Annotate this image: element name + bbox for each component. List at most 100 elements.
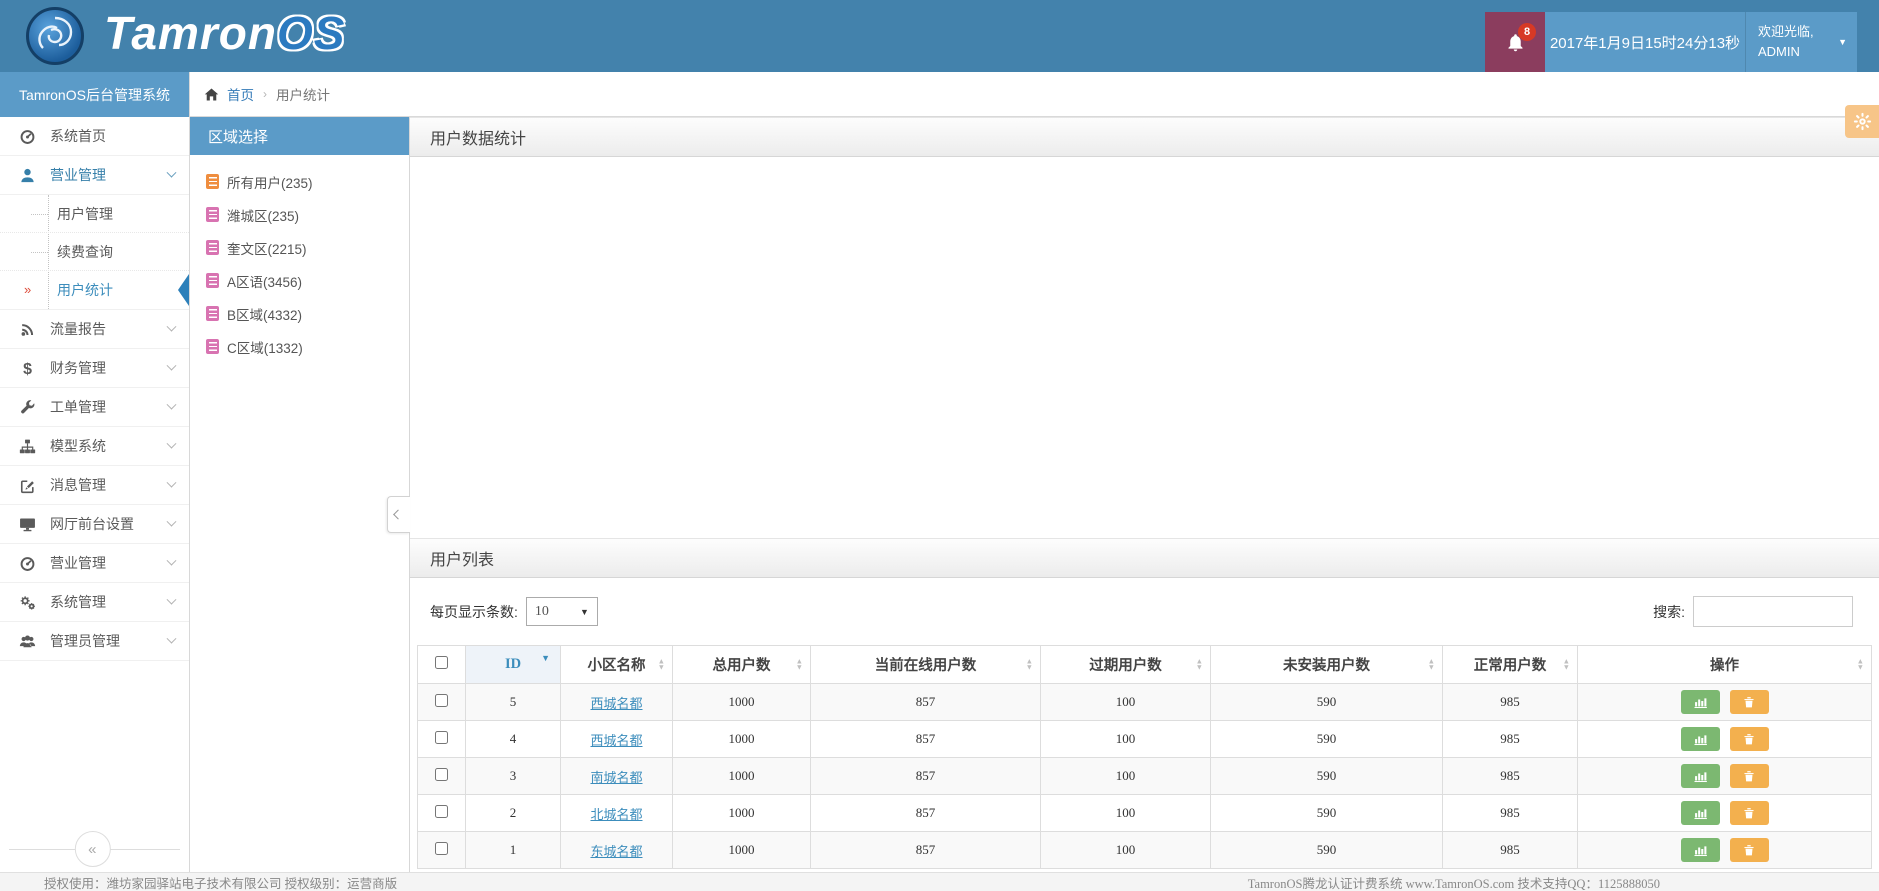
table-row: 1 东城名都 1000 857 100 590 985 <box>417 831 1872 869</box>
sidebar-item-traffic-report[interactable]: 流量报告 <box>0 310 189 349</box>
select-all-header <box>417 645 466 684</box>
column-header-name[interactable]: 小区名称 ▲ ▼ <box>560 645 673 684</box>
chevron-left-icon <box>392 509 403 520</box>
column-header-normal[interactable]: 正常用户数 ▲ ▼ <box>1442 645 1578 684</box>
column-header-id[interactable]: ID ▼ <box>465 645 561 684</box>
panel-collapse-handle[interactable] <box>387 496 410 533</box>
sort-icon: ▲ ▼ <box>1856 656 1864 672</box>
bar-chart-icon <box>1694 734 1707 745</box>
welcome-text: 欢迎光临, <box>1758 23 1814 39</box>
column-header-actions[interactable]: 操作 ▲ ▼ <box>1577 645 1872 684</box>
active-item-arrow <box>178 274 189 306</box>
list-icon <box>206 207 219 222</box>
sidebar-item-renewal-query[interactable]: 续费查询 <box>0 233 189 271</box>
bar-chart-icon <box>1694 771 1707 782</box>
region-panel-title: 区域选择 <box>190 117 409 155</box>
username-text: ADMIN <box>1758 44 1800 59</box>
community-link[interactable]: 南城名都 <box>590 770 642 785</box>
column-header-expired[interactable]: 过期用户数 ▲ ▼ <box>1040 645 1211 684</box>
table-controls: 每页显示条数: 10 ▼ 搜索: <box>410 578 1879 645</box>
community-link[interactable]: 西城名都 <box>590 733 642 748</box>
column-header-uninstalled[interactable]: 未安装用户数 ▲ ▼ <box>1210 645 1443 684</box>
search-input[interactable] <box>1693 596 1853 627</box>
chevron-down-icon: ▼ <box>1838 37 1847 47</box>
trash-icon <box>1744 808 1754 819</box>
community-link[interactable]: 北城名都 <box>590 807 642 822</box>
list-icon <box>206 273 219 288</box>
users-icon <box>17 633 37 650</box>
region-item-a[interactable]: A区语(3456) <box>206 264 409 297</box>
double-chevron-left-icon: « <box>88 840 97 858</box>
sort-icon: ▲ ▼ <box>1025 656 1033 672</box>
settings-gear-button[interactable] <box>1845 105 1879 138</box>
breadcrumb: 首页 › 用户统计 <box>190 72 1879 117</box>
row-checkbox[interactable] <box>435 693 448 707</box>
breadcrumb-current: 用户统计 <box>276 88 330 103</box>
sidebar-item-user-mgmt[interactable]: 用户管理 <box>0 195 189 233</box>
sidebar-submenu: 用户管理 续费查询 » 用户统计 <box>0 195 189 310</box>
sidebar-item-message-mgmt[interactable]: 消息管理 <box>0 466 189 505</box>
logo-emblem-icon <box>26 7 84 65</box>
notifications-button[interactable]: 8 <box>1485 12 1545 72</box>
column-header-total[interactable]: 总用户数 ▲ ▼ <box>672 645 811 684</box>
tree-dotted-connector <box>31 213 48 215</box>
active-submenu-marker: » <box>24 281 32 297</box>
sidebar-item-model-system[interactable]: 模型系统 <box>0 427 189 466</box>
chevron-down-icon <box>166 555 177 566</box>
view-stats-button[interactable] <box>1680 690 1720 714</box>
row-checkbox[interactable] <box>435 804 448 818</box>
row-checkbox[interactable] <box>435 730 448 744</box>
view-stats-button[interactable] <box>1680 801 1720 825</box>
sidebar-item-user-stats[interactable]: » 用户统计 <box>0 271 189 309</box>
row-checkbox[interactable] <box>435 841 448 855</box>
dollar-icon: $ <box>17 360 37 376</box>
region-item-all-users[interactable]: 所有用户(235) <box>206 165 409 198</box>
sidebar-item-finance-mgmt[interactable]: $ 财务管理 <box>0 349 189 388</box>
sidebar-item-dashboard[interactable]: 系统首页 <box>0 117 189 156</box>
sidebar-item-system-mgmt[interactable]: 系统管理 <box>0 583 189 622</box>
sidebar-item-business-mgmt[interactable]: 营业管理 <box>0 156 189 195</box>
sidebar-item-workorder-mgmt[interactable]: 工单管理 <box>0 388 189 427</box>
notification-count-badge: 8 <box>1518 23 1536 41</box>
page-size-select[interactable]: 10 ▼ <box>525 597 598 626</box>
delete-button[interactable] <box>1729 764 1769 788</box>
user-menu[interactable]: 欢迎光临, ADMIN ▼ <box>1745 12 1857 72</box>
list-icon <box>206 339 219 354</box>
region-item-b[interactable]: B区域(4332) <box>206 297 409 330</box>
sort-desc-icon: ▼ <box>541 653 550 663</box>
bar-chart-icon <box>1694 845 1707 856</box>
select-all-checkbox[interactable] <box>435 655 448 669</box>
view-stats-button[interactable] <box>1680 838 1720 862</box>
view-stats-button[interactable] <box>1680 764 1720 788</box>
edit-icon <box>17 477 37 494</box>
delete-button[interactable] <box>1729 801 1769 825</box>
region-item-kuiwen[interactable]: 奎文区(2215) <box>206 231 409 264</box>
chevron-down-icon <box>166 438 177 449</box>
dashboard-icon <box>17 555 37 572</box>
main-content: 用户数据统计 用户列表 每页显示条数: 10 ▼ 搜索: ID ▼ 小区名称 ▲… <box>410 117 1879 872</box>
community-link[interactable]: 西城名都 <box>590 696 642 711</box>
sidebar-item-portal-settings[interactable]: 网厅前台设置 <box>0 505 189 544</box>
sidebar-item-admin-mgmt[interactable]: 管理员管理 <box>0 622 189 661</box>
bar-chart-icon <box>1694 697 1707 708</box>
delete-button[interactable] <box>1729 838 1769 862</box>
cogs-icon <box>17 594 37 611</box>
region-item-c[interactable]: C区域(1332) <box>206 330 409 363</box>
sidebar-item-business-mgmt-2[interactable]: 营业管理 <box>0 544 189 583</box>
region-item-weicheng[interactable]: 潍城区(235) <box>206 198 409 231</box>
delete-button[interactable] <box>1729 690 1769 714</box>
sidebar-collapse-button[interactable]: « <box>74 831 111 867</box>
top-header-bar: TamronOS 8 2017年1月9日15时24分13秒 欢迎光临, ADMI… <box>0 0 1879 72</box>
chevron-down-icon <box>166 321 177 332</box>
bar-chart-icon <box>1694 808 1707 819</box>
breadcrumb-separator: › <box>263 87 267 101</box>
community-link[interactable]: 东城名都 <box>590 844 642 859</box>
view-stats-button[interactable] <box>1680 727 1720 751</box>
delete-button[interactable] <box>1729 727 1769 751</box>
row-checkbox[interactable] <box>435 767 448 781</box>
breadcrumb-home-link[interactable]: 首页 <box>227 84 254 104</box>
sitemap-icon <box>17 438 37 455</box>
gear-icon <box>1853 112 1872 131</box>
footer-bar: 授权使用：潍坊家园驿站电子技术有限公司 授权级别：运营商版 TamronOS腾龙… <box>0 872 1879 891</box>
column-header-online[interactable]: 当前在线用户数 ▲ ▼ <box>810 645 1041 684</box>
